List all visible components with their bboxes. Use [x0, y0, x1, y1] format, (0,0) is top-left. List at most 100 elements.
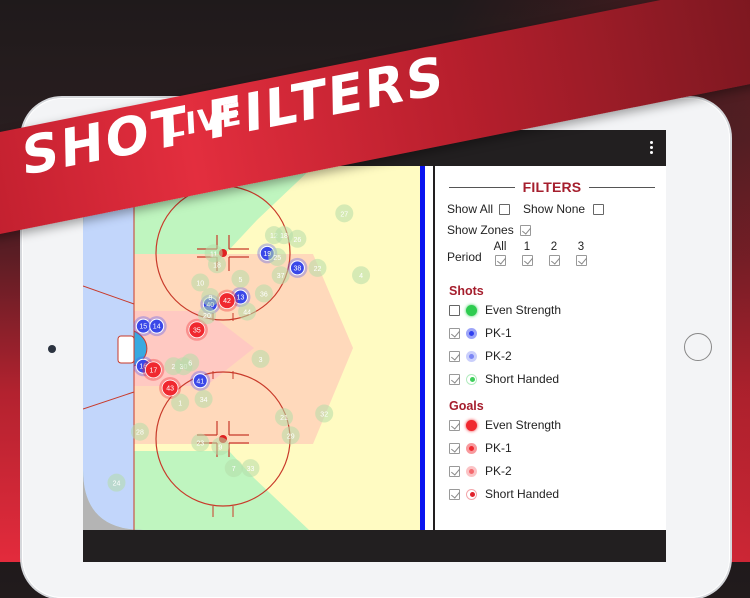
- shot-number: 23: [196, 441, 204, 448]
- shot-number: 29: [287, 433, 295, 440]
- home-button[interactable]: [684, 333, 712, 361]
- filters-panel: FILTERS Show All Show None Show Zones Pe…: [435, 166, 666, 530]
- filters-header: FILTERS: [449, 179, 655, 195]
- shot-number: 15: [139, 324, 147, 331]
- period-2-checkbox[interactable]: [548, 255, 560, 266]
- shot-number: 5: [238, 277, 242, 284]
- marker-icon: [466, 350, 477, 362]
- rink-edge: [425, 166, 433, 530]
- rink-view[interactable]: 1938134015141641423517432726121825372241…: [83, 166, 433, 530]
- goal-number: 17: [149, 367, 157, 374]
- period-all: All: [490, 241, 510, 269]
- goals-filter-label: PK-1: [485, 441, 512, 455]
- shots-filter-label: PK-1: [485, 326, 512, 340]
- show-all-row: Show All: [447, 202, 511, 216]
- shot-number: 33: [247, 466, 255, 473]
- marker-icon: [466, 465, 477, 477]
- goals-filter-item: Short Handed: [449, 487, 559, 501]
- goals-filter-checkbox[interactable]: [449, 442, 460, 454]
- shots-filter-label: Short Handed: [485, 372, 560, 386]
- show-zones-checkbox[interactable]: [519, 224, 531, 236]
- shots-filter-checkbox[interactable]: [449, 304, 460, 316]
- shot-number: 21: [280, 415, 288, 422]
- shot-number: 18: [280, 233, 288, 240]
- shot-number: 28: [136, 430, 144, 437]
- shot-number: 27: [340, 211, 348, 218]
- marker-icon: [466, 327, 477, 339]
- shot-number: 14: [153, 324, 161, 331]
- period-option-label: 2: [550, 241, 558, 253]
- camera-icon: [48, 345, 56, 353]
- shot-number: 25: [273, 255, 281, 262]
- period-option-label: 3: [577, 241, 585, 253]
- marker-icon: [466, 488, 477, 500]
- shot-number: 18: [213, 262, 221, 269]
- show-none-label: Show None: [523, 202, 586, 216]
- goal-number: 42: [223, 298, 231, 305]
- shot-number: 44: [243, 310, 251, 317]
- goals-filter-label: Even Strength: [485, 418, 562, 432]
- more-vert-icon[interactable]: [648, 139, 654, 157]
- period-1-checkbox[interactable]: [521, 255, 533, 266]
- shots-filter-item: PK-1: [449, 326, 512, 340]
- shot-number: 8: [208, 295, 212, 302]
- shots-heading: Shots: [449, 284, 484, 298]
- net: [117, 335, 135, 364]
- goal-number: 35: [193, 327, 201, 334]
- shots-filter-label: Even Strength: [485, 303, 562, 317]
- show-zones-row: Show Zones: [447, 223, 531, 237]
- shot-number: 10: [196, 280, 204, 287]
- period-1: 1: [517, 241, 537, 269]
- shot-number: 22: [314, 266, 322, 273]
- show-zones-label: Show Zones: [447, 223, 514, 237]
- period-3: 3: [571, 241, 591, 269]
- goals-filter-checkbox[interactable]: [449, 465, 460, 477]
- goals-filter-checkbox[interactable]: [449, 488, 460, 500]
- goals-filter-item: PK-1: [449, 441, 512, 455]
- shot-number: 41: [196, 378, 204, 385]
- shot-number: 20: [203, 313, 211, 320]
- shots-filter-checkbox[interactable]: [449, 373, 460, 385]
- goals-filter-label: Short Handed: [485, 487, 560, 501]
- period-option-label: All: [493, 241, 507, 253]
- shots-filter-item: PK-2: [449, 349, 512, 363]
- period-option-label: 1: [523, 241, 531, 253]
- marker-icon: [466, 373, 477, 385]
- shots-filter-label: PK-2: [485, 349, 512, 363]
- show-all-checkbox[interactable]: [499, 203, 511, 215]
- bottom-bar: [83, 530, 666, 562]
- period-all-checkbox[interactable]: [494, 255, 506, 266]
- shots-filter-checkbox[interactable]: [449, 350, 460, 362]
- goals-filter-checkbox[interactable]: [449, 419, 460, 431]
- shots-filter-checkbox[interactable]: [449, 327, 460, 339]
- shot-number: 38: [294, 265, 302, 272]
- shot-number: 26: [294, 237, 302, 244]
- goals-filter-label: PK-2: [485, 464, 512, 478]
- rink-svg: 1938134015141641423517432726121825372241…: [83, 166, 433, 530]
- blue-line: [420, 166, 425, 530]
- shot-number: 3: [259, 357, 263, 364]
- goals-filter-item: Even Strength: [449, 418, 561, 432]
- shot-number: 36: [260, 291, 268, 298]
- shots-filter-item: Short Handed: [449, 372, 559, 386]
- shot-number: 34: [200, 397, 208, 404]
- divider: [589, 187, 655, 188]
- goals-filter-item: PK-2: [449, 464, 512, 478]
- marker-icon: [466, 442, 477, 454]
- shot-number: 7: [232, 466, 236, 473]
- period-3-checkbox[interactable]: [575, 255, 587, 266]
- shot-number: 37: [277, 273, 285, 280]
- goals-heading: Goals: [449, 399, 484, 413]
- period-label: Period: [447, 250, 482, 264]
- shot-number: 9: [218, 444, 222, 451]
- show-none-row: Show None: [523, 202, 605, 216]
- period-2: 2: [544, 241, 564, 269]
- shot-number: 32: [320, 412, 328, 419]
- show-all-label: Show All: [447, 202, 494, 216]
- goal-number: 43: [166, 386, 174, 393]
- show-none-checkbox[interactable]: [593, 203, 605, 215]
- shot-number: 1: [178, 401, 182, 408]
- shots-filter-item: Even Strength: [449, 303, 561, 317]
- marker-icon: [466, 304, 477, 316]
- shot-number: 4: [359, 273, 363, 280]
